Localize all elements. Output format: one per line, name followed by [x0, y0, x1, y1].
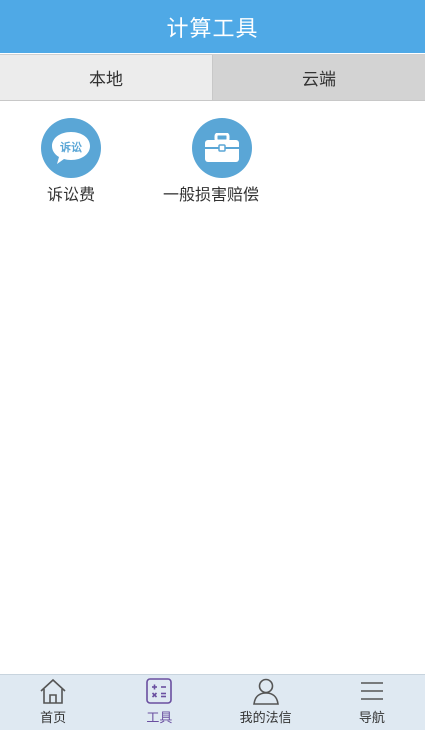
lawsuit-icon-text: 诉讼: [60, 140, 82, 154]
bottom-navigation: 首页 工具 我的法信 导航: [0, 674, 425, 730]
nav-tools[interactable]: 工具: [106, 675, 212, 730]
nav-my-faxin[interactable]: 我的法信: [213, 675, 319, 730]
tool-litigation-fee[interactable]: 诉讼 诉讼费: [41, 118, 101, 205]
briefcase-icon: [192, 118, 252, 178]
tab-local[interactable]: 本地: [0, 55, 213, 100]
nav-home[interactable]: 首页: [0, 675, 106, 730]
tab-bar: 本地 云端: [0, 54, 425, 101]
home-icon: [38, 676, 68, 706]
title-bar: 计算工具: [0, 0, 425, 53]
nav-label-tools: 工具: [146, 711, 173, 726]
tool-label-general-damages: 一般损害赔偿: [163, 185, 260, 204]
app-window: 计算工具 本地 云端 诉讼 诉讼费 一般损害赔偿 首页 工具 我的法信 导航: [0, 0, 425, 730]
lawsuit-speech-bubble-icon: 诉讼: [41, 118, 101, 178]
nav-navigation[interactable]: 导航: [319, 675, 425, 730]
tab-cloud[interactable]: 云端: [213, 55, 425, 100]
nav-label-home: 首页: [40, 711, 67, 726]
page-title: 计算工具: [166, 16, 259, 42]
menu-icon: [357, 676, 387, 706]
nav-label-my-faxin: 我的法信: [239, 711, 292, 726]
tool-general-damages[interactable]: 一般损害赔偿: [163, 118, 259, 205]
calculator-icon: [144, 676, 174, 706]
user-icon: [251, 676, 281, 706]
tool-label-litigation-fee: 诉讼费: [46, 185, 95, 204]
nav-label-navigation: 导航: [358, 711, 385, 726]
